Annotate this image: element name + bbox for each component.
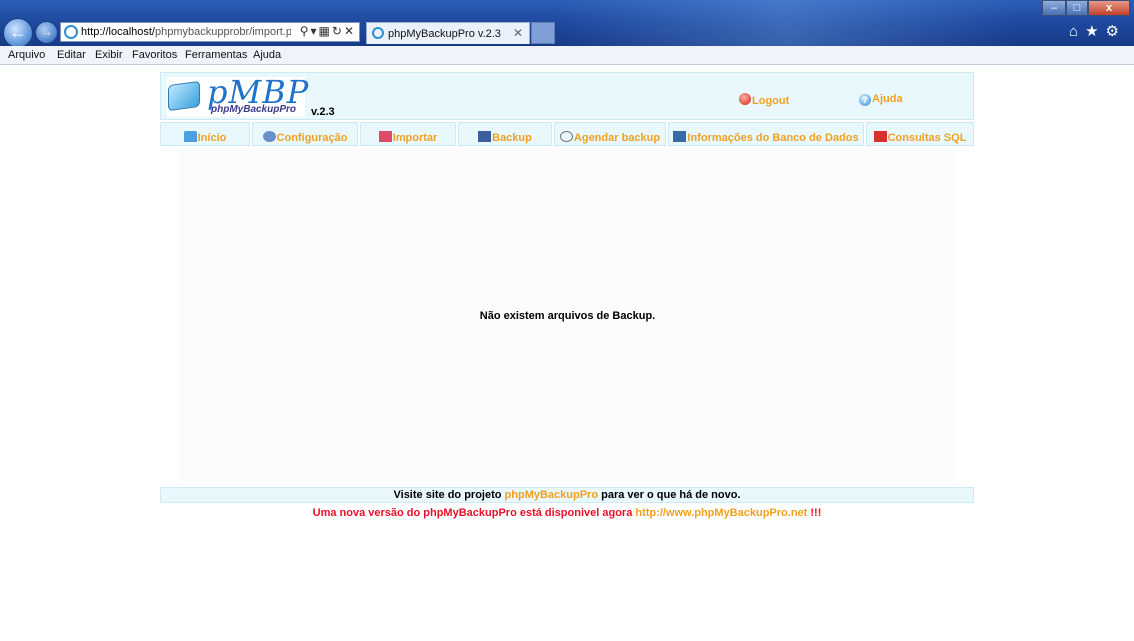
pmbp-logo: pMBP phpMyBackupPro: [167, 73, 308, 117]
home-icon[interactable]: ⌂: [1069, 23, 1085, 40]
nav-informacoes-label: Informações do Banco de Dados: [687, 132, 859, 144]
compat-view-icon[interactable]: ▦: [319, 24, 332, 38]
logo-box-icon: [168, 80, 200, 112]
sql-query-icon: [873, 131, 887, 142]
help-label: Ajuda: [872, 93, 903, 105]
logout-label: Logout: [752, 95, 790, 107]
nav-inicio[interactable]: Início: [160, 122, 250, 146]
nav-consultas-sql[interactable]: Consultas SQL: [866, 122, 974, 146]
home-icon: [183, 131, 197, 142]
menu-arquivo[interactable]: Arquivo: [8, 49, 45, 61]
footer-visit-bar: Visite site do projeto phpMyBackupPro pa…: [160, 487, 974, 503]
no-backups-message: Não existem arquivos de Backup.: [479, 310, 656, 322]
close-window-button[interactable]: x: [1088, 0, 1130, 16]
back-button[interactable]: ←: [3, 18, 33, 48]
ie-page-icon: [64, 25, 78, 39]
nav-inicio-label: Início: [197, 132, 227, 144]
new-version-suffix: !!!: [807, 507, 822, 519]
backup-icon: [478, 131, 492, 142]
database-info-icon: [673, 131, 687, 142]
footer-visit-prefix: Visite site do projeto: [393, 489, 505, 501]
browser-tools: ⌂★⚙: [1069, 22, 1126, 40]
browser-tab[interactable]: phpMyBackupPro v.2.3 ✕: [366, 22, 530, 44]
version-label: v.2.3: [311, 106, 335, 118]
nav-informacoes-bd[interactable]: Informações do Banco de Dados: [668, 122, 864, 146]
new-version-link[interactable]: http://www.phpMyBackupPro.net: [635, 507, 807, 519]
new-version-text: Uma nova versão do phpMyBackupPro está d…: [312, 507, 636, 519]
nav-consultas-label: Consultas SQL: [887, 132, 967, 144]
forward-button[interactable]: →: [35, 21, 58, 44]
footer-visit-suffix: para ver o que há de novo.: [598, 489, 741, 501]
tab-title: phpMyBackupPro v.2.3: [388, 28, 501, 40]
config-icon: [262, 131, 276, 142]
stopwatch-icon: [559, 131, 573, 142]
new-version-notice: Uma nova versão do phpMyBackupPro está d…: [160, 507, 974, 519]
stop-icon[interactable]: ✕: [344, 24, 356, 38]
favorites-star-icon[interactable]: ★: [1085, 23, 1105, 40]
page-body: pMBP phpMyBackupPro v.2.3 Logout ? Ajuda …: [0, 65, 1134, 641]
tab-close-icon[interactable]: ✕: [513, 26, 523, 40]
menu-ajuda[interactable]: Ajuda: [253, 49, 281, 61]
project-site-link[interactable]: phpMyBackupPro: [505, 489, 599, 501]
nav-backup[interactable]: Backup: [458, 122, 552, 146]
nav-importar-label: Importar: [392, 132, 438, 144]
nav-agendar-backup[interactable]: Agendar backup: [554, 122, 666, 146]
browser-titlebar: ← → http://localhost/phpmybackupprobr/im…: [0, 0, 1134, 48]
maximize-button[interactable]: □: [1066, 0, 1088, 16]
nav-backup-label: Backup: [492, 132, 532, 144]
window-controls: – □ x: [1042, 0, 1130, 16]
app-header: pMBP phpMyBackupPro v.2.3 Logout ? Ajuda: [160, 72, 974, 120]
logout-icon: [739, 93, 751, 105]
nav-importar[interactable]: Importar: [360, 122, 456, 146]
import-icon: [378, 131, 392, 142]
address-url-host: http://localhost/: [81, 26, 155, 38]
main-content: Não existem arquivos de Backup.: [179, 148, 956, 481]
search-icon[interactable]: ⚲: [300, 24, 311, 38]
new-tab-button[interactable]: [531, 22, 555, 44]
help-link[interactable]: ? Ajuda: [859, 93, 903, 106]
menu-ferramentas[interactable]: Ferramentas: [185, 49, 247, 61]
menu-exibir[interactable]: Exibir: [95, 49, 123, 61]
address-tools: ⚲▾▦↻✕: [300, 24, 356, 38]
ie-tab-icon: [372, 27, 384, 39]
dropdown-icon[interactable]: ▾: [311, 24, 319, 38]
help-icon: ?: [859, 94, 871, 106]
nav-configuracao[interactable]: Configuração: [252, 122, 358, 146]
menu-editar[interactable]: Editar: [57, 49, 86, 61]
gear-icon[interactable]: ⚙: [1106, 23, 1126, 40]
address-bar[interactable]: http://localhost/phpmybackupprobr/import…: [60, 22, 360, 42]
menu-bar: Arquivo Editar Exibir Favoritos Ferramen…: [0, 46, 1134, 65]
menu-favoritos[interactable]: Favoritos: [132, 49, 177, 61]
nav-configuracao-label: Configuração: [276, 132, 348, 144]
refresh-icon[interactable]: ↻: [332, 24, 344, 38]
logout-link[interactable]: Logout: [739, 93, 789, 107]
main-nav: Início Configuração Importar Backup Agen…: [160, 122, 974, 146]
address-url[interactable]: http://localhost/phpmybackupprobr/import…: [81, 26, 291, 38]
nav-agendar-label: Agendar backup: [573, 132, 661, 144]
address-url-path: phpmybackupprobr/import.ph: [155, 26, 291, 38]
minimize-button[interactable]: –: [1042, 0, 1066, 16]
logo-subtitle: phpMyBackupPro: [211, 104, 297, 115]
